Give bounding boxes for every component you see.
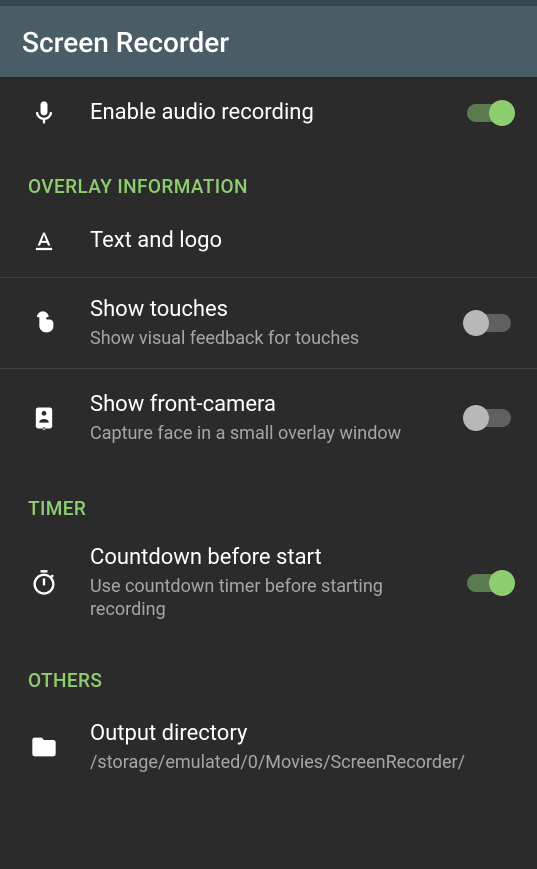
setting-enable-audio[interactable]: Enable audio recording	[0, 77, 537, 149]
section-timer-label: TIMER	[28, 497, 509, 520]
app-header: Screen Recorder	[0, 6, 537, 77]
microphone-icon	[24, 99, 90, 127]
app-title: Screen Recorder	[22, 26, 515, 59]
folder-icon	[24, 733, 90, 761]
timer-icon	[24, 569, 90, 597]
setting-countdown[interactable]: Countdown before start Use countdown tim…	[0, 528, 537, 643]
section-others-header: OTHERS	[0, 643, 537, 700]
output-directory-subtitle: /storage/emulated/0/Movies/ScreenRecorde…	[90, 751, 507, 774]
settings-content: Enable audio recording OVERLAY INFORMATI…	[0, 77, 537, 792]
setting-front-camera[interactable]: Show front-camera Capture face in a smal…	[0, 369, 537, 471]
touch-icon	[24, 309, 90, 337]
section-others-label: OTHERS	[28, 669, 509, 692]
show-touches-label: Show touches	[90, 296, 451, 325]
output-directory-label: Output directory	[90, 720, 507, 749]
enable-audio-toggle[interactable]	[467, 104, 511, 122]
enable-audio-label: Enable audio recording	[90, 99, 451, 128]
front-camera-label: Show front-camera	[90, 391, 451, 420]
section-overlay-header: OVERLAY INFORMATION	[0, 149, 537, 206]
front-camera-icon	[24, 404, 90, 432]
front-camera-subtitle: Capture face in a small overlay window	[90, 422, 451, 445]
setting-text-logo[interactable]: Text and logo	[0, 206, 537, 278]
setting-show-touches[interactable]: Show touches Show visual feedback for to…	[0, 278, 537, 369]
show-touches-toggle[interactable]	[467, 314, 511, 332]
section-overlay-label: OVERLAY INFORMATION	[28, 175, 509, 198]
countdown-toggle[interactable]	[467, 574, 511, 592]
text-logo-label: Text and logo	[90, 227, 507, 256]
section-timer-header: TIMER	[0, 471, 537, 528]
front-camera-toggle[interactable]	[467, 409, 511, 427]
show-touches-subtitle: Show visual feedback for touches	[90, 327, 451, 350]
countdown-subtitle: Use countdown timer before starting reco…	[90, 575, 451, 622]
text-format-icon	[24, 228, 90, 256]
countdown-label: Countdown before start	[90, 544, 451, 573]
setting-output-directory[interactable]: Output directory /storage/emulated/0/Mov…	[0, 700, 537, 792]
